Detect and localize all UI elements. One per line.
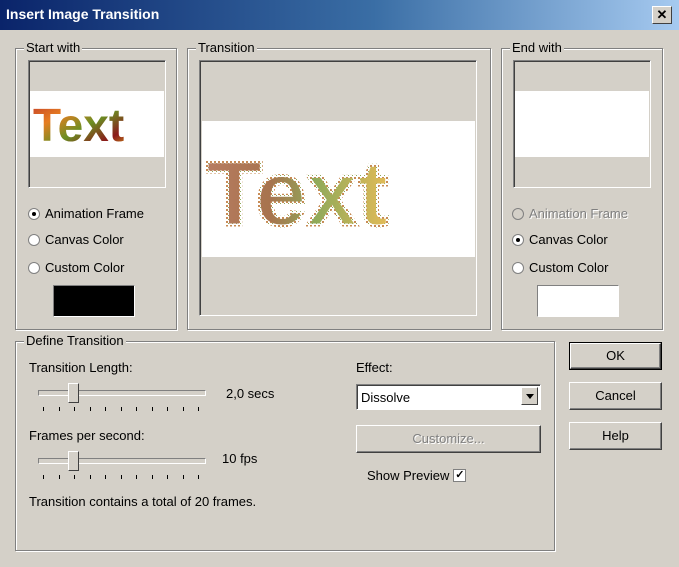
end-preview (513, 60, 651, 188)
end-radio-canvas-color[interactable]: Canvas Color (512, 232, 608, 247)
slider-tick (136, 475, 137, 479)
end-radio-custom-color[interactable]: Custom Color (512, 260, 608, 275)
slider-tick (152, 407, 153, 411)
define-transition-label: Define Transition (24, 333, 126, 348)
slider-tick (105, 407, 106, 411)
help-button[interactable]: Help (569, 422, 662, 450)
slider-tick (121, 407, 122, 411)
slider-track (38, 390, 206, 396)
end-radio-animation-frame[interactable]: Animation Frame (512, 206, 628, 221)
transition-length-label: Transition Length: (29, 360, 133, 375)
insert-image-transition-dialog: Insert Image Transition ✕ Start with Tex… (0, 0, 679, 567)
slider-tick (59, 475, 60, 479)
slider-tick (90, 475, 91, 479)
transition-length-value: 2,0 secs (226, 386, 275, 401)
fps-value: 10 fps (222, 451, 258, 466)
radio-unchecked-icon (28, 233, 40, 246)
slider-tick (167, 475, 168, 479)
fps-label: Frames per second: (29, 428, 145, 443)
radio-label: Canvas Color (45, 232, 124, 247)
slider-tick (59, 407, 60, 411)
ok-button[interactable]: OK (569, 342, 662, 370)
slider-tick (74, 475, 75, 479)
radio-label: Animation Frame (529, 206, 628, 221)
radio-unchecked-icon (512, 261, 524, 274)
effect-selected-value: Dissolve (361, 390, 411, 405)
close-button[interactable]: ✕ (652, 6, 672, 24)
slider-thumb[interactable] (68, 451, 79, 471)
slider-tick (183, 475, 184, 479)
cancel-button[interactable]: Cancel (569, 382, 662, 410)
window-title: Insert Image Transition (6, 6, 160, 22)
slider-track (38, 458, 206, 464)
transition-label: Transition (196, 40, 257, 55)
start-radio-animation-frame[interactable]: Animation Frame (28, 206, 144, 221)
radio-label: Custom Color (529, 260, 609, 275)
chevron-down-icon[interactable] (521, 387, 538, 405)
radio-unchecked-icon (28, 261, 40, 274)
transition-length-slider[interactable] (38, 381, 206, 411)
start-preview: Text (28, 60, 166, 188)
slider-tick (136, 407, 137, 411)
slider-tick (152, 475, 153, 479)
slider-thumb[interactable] (68, 383, 79, 403)
slider-tick (121, 475, 122, 479)
radio-label: Canvas Color (529, 232, 608, 247)
end-custom-color-swatch[interactable] (537, 285, 619, 317)
slider-tick (198, 475, 199, 479)
slider-tick (105, 475, 106, 479)
customize-button[interactable]: Customize... (356, 425, 541, 453)
radio-label: Animation Frame (45, 206, 144, 221)
radio-disabled-icon (512, 207, 524, 220)
slider-tick (43, 475, 44, 479)
ok-button-label: OK (606, 348, 625, 363)
start-radio-custom-color[interactable]: Custom Color (28, 260, 124, 275)
cancel-button-label: Cancel (595, 388, 636, 403)
checkbox-checked-icon: ✓ (453, 469, 467, 482)
show-preview-checkbox[interactable]: Show Preview ✓ (367, 468, 467, 483)
slider-tick (90, 407, 91, 411)
slider-tick (167, 407, 168, 411)
start-custom-color-swatch[interactable] (53, 285, 135, 317)
start-preview-image: Text (33, 99, 124, 151)
show-preview-label: Show Preview (367, 468, 450, 483)
transition-preview-image: Text (205, 142, 390, 247)
title-bar[interactable]: Insert Image Transition ✕ (0, 0, 679, 30)
transition-preview-text: Text (206, 143, 388, 245)
customize-button-label: Customize... (412, 431, 485, 446)
start-preview-text: Text (33, 99, 124, 151)
radio-label: Custom Color (45, 260, 125, 275)
start-radio-canvas-color[interactable]: Canvas Color (28, 232, 124, 247)
radio-checked-icon (28, 207, 40, 220)
slider-tick (183, 407, 184, 411)
transition-preview: Text (199, 60, 477, 316)
close-icon: ✕ (656, 7, 668, 22)
effect-dropdown[interactable]: Dissolve (356, 384, 541, 410)
frames-summary: Transition contains a total of 20 frames… (29, 494, 257, 509)
slider-tick (198, 407, 199, 411)
radio-checked-icon (512, 233, 524, 246)
fps-slider[interactable] (38, 449, 206, 479)
start-with-label: Start with (24, 40, 83, 55)
help-button-label: Help (602, 428, 629, 443)
end-with-label: End with (510, 40, 564, 55)
slider-tick (43, 407, 44, 411)
end-preview-image (515, 91, 649, 157)
slider-tick (74, 407, 75, 411)
effect-label: Effect: (356, 360, 393, 375)
